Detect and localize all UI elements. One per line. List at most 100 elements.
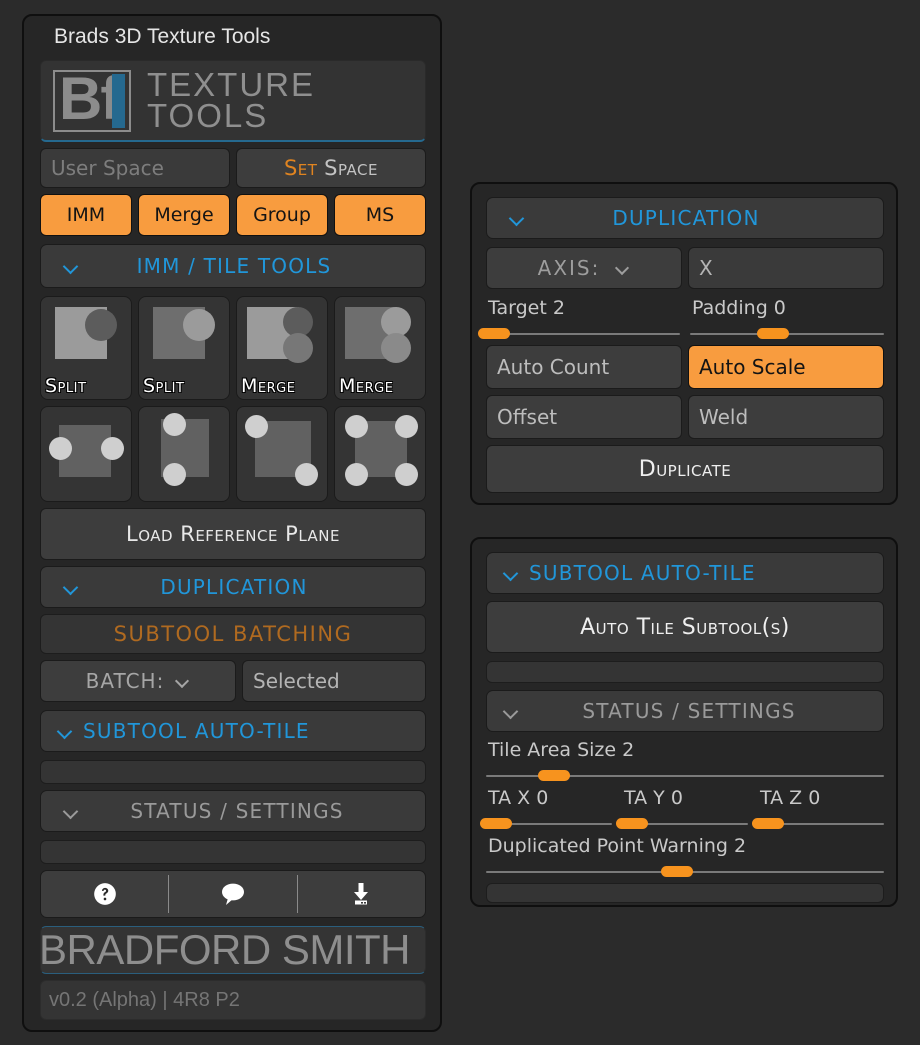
chevron-down-icon xyxy=(63,258,79,274)
tile-button-label: Merge xyxy=(339,375,394,397)
tag-button-merge[interactable]: Merge xyxy=(138,194,230,236)
target-slider[interactable]: Target 2 xyxy=(477,297,680,339)
section-imm-tile-tools[interactable]: IMM / TILE TOOLS xyxy=(40,244,426,288)
logo-banner: B f TEXTURE TOOLS xyxy=(40,60,426,142)
user-space-field[interactable]: User Space xyxy=(40,148,230,188)
point-top xyxy=(163,413,186,436)
author-name: BRADFORD SMITH xyxy=(40,926,411,973)
logo-line-2: TOOLS xyxy=(147,96,269,134)
target-slider-label: Target 2 xyxy=(488,297,565,319)
bf-logo-mark: B f xyxy=(53,65,131,132)
user-space-row: User Space Set Space xyxy=(40,148,426,188)
logo-letter-b: B xyxy=(59,65,103,132)
ta-x-label: TA X 0 xyxy=(488,787,549,809)
merge-square-circles-light-button[interactable]: Merge xyxy=(334,296,426,400)
circle-shape-bottom xyxy=(283,333,313,363)
section-left-status-settings[interactable]: STATUS / SETTINGS xyxy=(40,790,426,832)
section-status-settings-label: STATUS / SETTINGS xyxy=(582,699,796,723)
chevron-down-icon xyxy=(63,803,79,819)
tile-points-corners-button[interactable] xyxy=(334,406,426,502)
axis-dropdown-label: AXIS: xyxy=(537,256,601,280)
circle-shape xyxy=(183,309,215,341)
logo-teal-bar xyxy=(112,73,125,128)
slider-knob[interactable] xyxy=(661,866,694,877)
chevron-down-icon xyxy=(503,565,519,581)
slider-knob[interactable] xyxy=(537,770,570,781)
download-icon-button[interactable] xyxy=(298,871,425,917)
texture-tools-panel: Brads 3D Texture Tools B f TEXTURE TOOLS… xyxy=(22,14,442,1032)
ta-x-slider[interactable]: TA X 0 xyxy=(480,787,612,829)
point-bottom-left xyxy=(345,463,368,486)
point-bottom-right xyxy=(395,463,418,486)
section-subtool-auto-tile[interactable]: SUBTOOL AUTO-TILE xyxy=(486,552,884,594)
slider-knob[interactable] xyxy=(752,818,785,829)
spacer-bar-1 xyxy=(40,760,426,784)
footer-icon-bar xyxy=(40,870,426,918)
spacer-bar-2 xyxy=(40,840,426,864)
split-square-circle-light-button[interactable]: Split xyxy=(138,296,230,400)
batch-value-field[interactable]: Selected xyxy=(242,660,426,702)
slider-knob[interactable] xyxy=(757,328,790,339)
tile-area-size-slider[interactable]: Tile Area Size 2 xyxy=(486,739,884,781)
section-left-duplication[interactable]: DUPLICATION xyxy=(40,566,426,608)
tag-button-imm[interactable]: IMM xyxy=(40,194,132,236)
point-right xyxy=(101,437,124,460)
tag-button-ms[interactable]: MS xyxy=(334,194,426,236)
axis-value-field[interactable]: X xyxy=(688,247,884,289)
set-space-word-set: Set xyxy=(283,156,318,180)
offset-toggle[interactable]: Offset xyxy=(486,395,682,439)
axis-dropdown[interactable]: AXIS: xyxy=(486,247,682,289)
spacer-bar-bottom xyxy=(486,883,884,903)
section-status-settings[interactable]: STATUS / SETTINGS xyxy=(486,690,884,732)
tag-buttons-row: IMM Merge Group MS xyxy=(40,194,426,236)
tile-button-label: Split xyxy=(143,375,185,397)
batch-dropdown[interactable]: BATCH: xyxy=(40,660,236,702)
subtool-batching-header: SUBTOOL BATCHING xyxy=(40,614,426,654)
point-top-right xyxy=(395,415,418,438)
auto-count-toggle[interactable]: Auto Count xyxy=(486,345,682,389)
tile-tools-row-1: Split Split Merge Merge xyxy=(40,296,426,400)
feedback-icon-button[interactable] xyxy=(169,871,296,917)
duplicate-button[interactable]: Duplicate xyxy=(486,445,884,493)
auto-tile-subtools-button[interactable]: Auto Tile Subtool(s) xyxy=(486,601,884,653)
slider-track xyxy=(486,333,680,335)
slider-knob[interactable] xyxy=(480,818,513,829)
tile-points-horizontal-button[interactable] xyxy=(40,406,132,502)
chevron-down-icon xyxy=(63,579,79,595)
section-imm-tile-tools-label: IMM / TILE TOOLS xyxy=(136,254,332,278)
duplicated-point-warning-label: Duplicated Point Warning 2 xyxy=(488,835,747,857)
tag-button-group[interactable]: Group xyxy=(236,194,328,236)
load-reference-plane-button[interactable]: Load Reference Plane xyxy=(40,508,426,560)
help-icon-button[interactable] xyxy=(41,871,168,917)
logo-wordmark: TEXTURE TOOLS xyxy=(147,66,316,134)
tile-points-diagonal-button[interactable] xyxy=(236,406,328,502)
split-square-circle-dark-button[interactable]: Split xyxy=(40,296,132,400)
axis-row: AXIS: X xyxy=(486,247,884,289)
set-space-button[interactable]: Set Space xyxy=(236,148,426,188)
logo-line-1: TEXTURE xyxy=(147,66,316,104)
duplicated-point-warning-slider[interactable]: Duplicated Point Warning 2 xyxy=(486,835,884,877)
tile-points-vertical-button[interactable] xyxy=(138,406,230,502)
ta-y-slider[interactable]: TA Y 0 xyxy=(616,787,748,829)
slider-knob[interactable] xyxy=(477,328,510,339)
section-left-subtool-auto-tile[interactable]: SUBTOOL AUTO-TILE xyxy=(40,710,426,752)
point-top-left xyxy=(345,415,368,438)
point-left xyxy=(49,437,72,460)
spacer-bar-right xyxy=(486,661,884,683)
merge-square-circles-dark-button[interactable]: Merge xyxy=(236,296,328,400)
padding-slider-label: Padding 0 xyxy=(692,297,786,319)
slider-knob[interactable] xyxy=(616,818,649,829)
weld-toggle[interactable]: Weld xyxy=(688,395,884,439)
ta-z-slider[interactable]: TA Z 0 xyxy=(752,787,884,829)
help-icon xyxy=(93,883,116,905)
tile-button-label: Merge xyxy=(241,375,296,397)
section-duplication[interactable]: DUPLICATION xyxy=(486,197,884,239)
duplication-panel: DUPLICATION AXIS: X Target 2 Padding 0 A… xyxy=(470,182,898,505)
batch-row: BATCH: Selected xyxy=(40,660,426,702)
auto-scale-toggle[interactable]: Auto Scale xyxy=(688,345,884,389)
duplication-sliders-row: Target 2 Padding 0 xyxy=(477,297,884,339)
set-space-word-space: Space xyxy=(324,156,379,180)
circle-shape xyxy=(85,309,117,341)
padding-slider[interactable]: Padding 0 xyxy=(690,297,884,339)
batch-dropdown-label: BATCH: xyxy=(85,669,165,693)
